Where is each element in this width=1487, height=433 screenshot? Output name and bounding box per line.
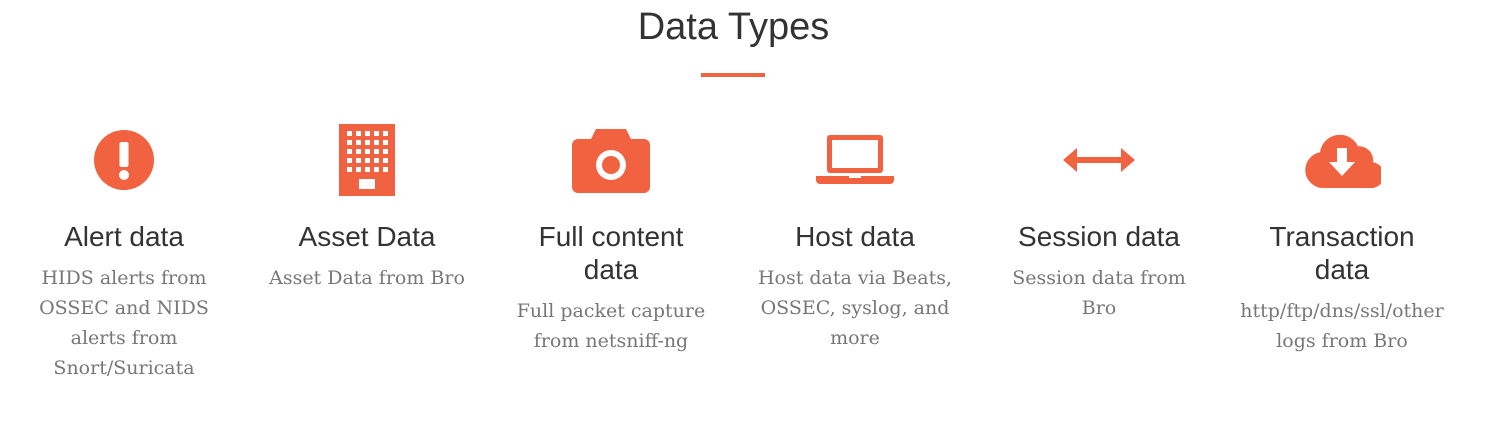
data-type-alert: Alert data HIDS alerts from OSSEC and NI… xyxy=(4,120,244,383)
building-icon xyxy=(339,124,395,196)
title-underline xyxy=(701,73,765,77)
data-type-description: Session data from Bro xyxy=(1012,267,1186,319)
section-title: Data Types xyxy=(637,6,830,48)
data-type-asset: Asset Data Asset Data from Bro xyxy=(247,120,487,293)
data-type-title: Asset Data xyxy=(298,221,436,252)
data-type-title: Full content data xyxy=(538,221,684,285)
data-type-description: http/ftp/dns/ssl/other logs from Bro xyxy=(1240,300,1444,352)
data-type-session: Session data Session data from Bro xyxy=(979,120,1219,323)
data-type-title: Alert data xyxy=(64,221,184,252)
arrows-horizontal-icon xyxy=(1063,148,1135,172)
camera-icon xyxy=(572,129,650,193)
exclamation-circle-icon xyxy=(94,130,154,190)
laptop-icon xyxy=(816,135,894,184)
data-type-description: HIDS alerts from OSSEC and NIDS alerts f… xyxy=(39,267,209,379)
data-type-title: Host data xyxy=(795,221,915,252)
data-types-section: Data Types Alert data HIDS alerts from O… xyxy=(0,0,1487,433)
data-type-title: Transaction data xyxy=(1269,221,1415,285)
data-type-title: Session data xyxy=(1018,221,1180,252)
data-type-description: Host data via Beats, OSSEC, syslog, and … xyxy=(757,267,953,349)
data-type-description: Asset Data from Bro xyxy=(269,267,465,289)
data-type-transaction: Transaction data http/ftp/dns/ssl/other … xyxy=(1222,120,1462,356)
cloud-download-icon xyxy=(1305,134,1381,189)
data-type-description: Full packet capture from netsniff-ng xyxy=(516,300,706,352)
data-type-full-content: Full content data Full packet capture fr… xyxy=(491,120,731,356)
data-type-host: Host data Host data via Beats, OSSEC, sy… xyxy=(735,120,975,353)
